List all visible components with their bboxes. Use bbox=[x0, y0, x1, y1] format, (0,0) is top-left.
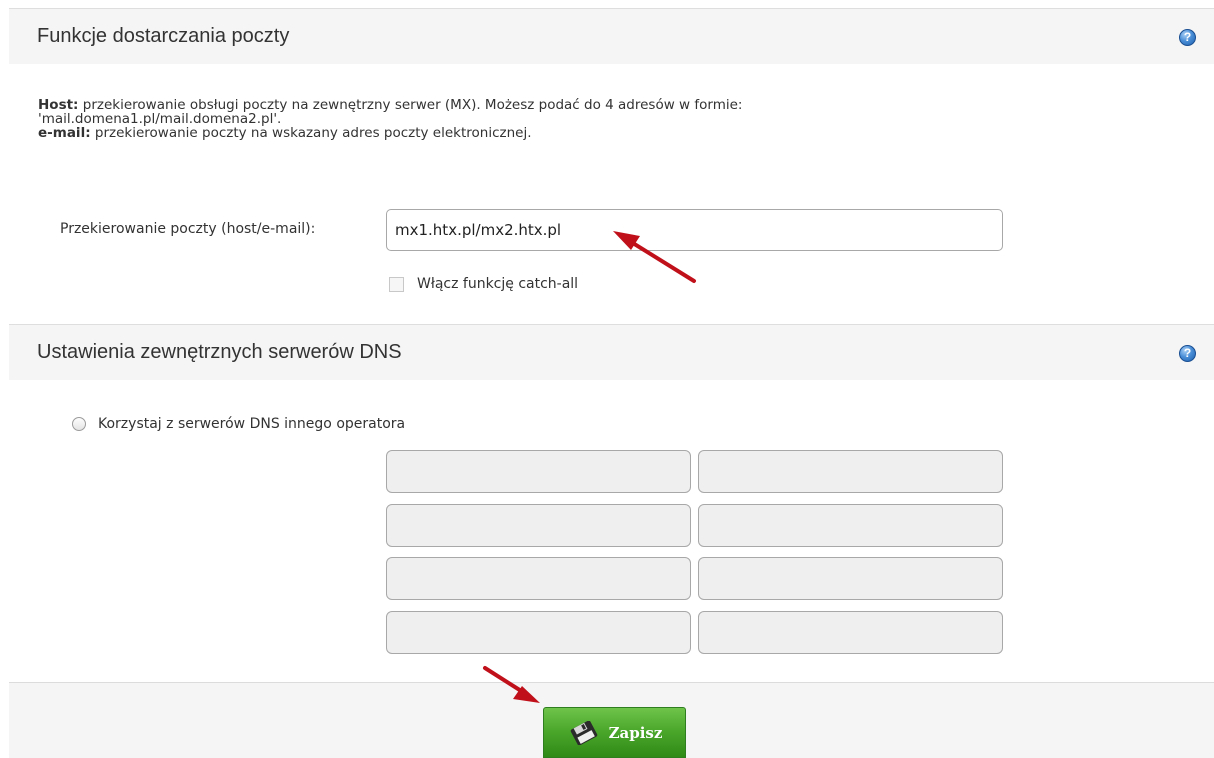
dns-server-4-input[interactable] bbox=[698, 504, 1003, 547]
catchall-label: Włącz funkcję catch-all bbox=[417, 276, 579, 292]
mail-section-header: Funkcje dostarczania poczty ? bbox=[9, 8, 1214, 64]
redirect-input[interactable] bbox=[386, 209, 1003, 251]
dns-server-6-input[interactable] bbox=[698, 557, 1003, 600]
catchall-row: Włącz funkcję catch-all bbox=[389, 276, 578, 292]
mail-section-title: Funkcje dostarczania poczty bbox=[37, 25, 290, 47]
dns-operator-label: Korzystaj z serwerów DNS innego operator… bbox=[98, 416, 406, 432]
dns-option-row: Korzystaj z serwerów DNS innego operator… bbox=[72, 416, 405, 432]
dns-server-7-input[interactable] bbox=[386, 611, 691, 654]
mail-info-text: Host: przekierowanie obsługi poczty na z… bbox=[38, 98, 1038, 140]
dns-server-2-input[interactable] bbox=[698, 450, 1003, 493]
save-button-label: Zapisz bbox=[608, 723, 663, 742]
save-button[interactable]: Zapisz bbox=[543, 707, 686, 758]
catchall-checkbox[interactable] bbox=[389, 276, 404, 292]
dns-section-header: Ustawienia zewnętrznych serwerów DNS ? bbox=[9, 324, 1214, 380]
help-icon[interactable]: ? bbox=[1179, 29, 1196, 46]
help-icon[interactable]: ? bbox=[1179, 345, 1196, 362]
redirect-field-label: Przekierowanie poczty (host/e-mail): bbox=[60, 221, 316, 237]
dns-server-3-input[interactable] bbox=[386, 504, 691, 547]
dns-operator-radio[interactable] bbox=[72, 417, 86, 431]
dns-server-1-input[interactable] bbox=[386, 450, 691, 493]
dns-server-8-input[interactable] bbox=[698, 611, 1003, 654]
dns-server-5-input[interactable] bbox=[386, 557, 691, 600]
floppy-disk-icon bbox=[570, 720, 597, 745]
email-description: przekierowanie poczty na wskazany adres … bbox=[94, 125, 532, 141]
email-label: e-mail: bbox=[38, 125, 91, 141]
dns-section-title: Ustawienia zewnętrznych serwerów DNS bbox=[37, 341, 402, 363]
